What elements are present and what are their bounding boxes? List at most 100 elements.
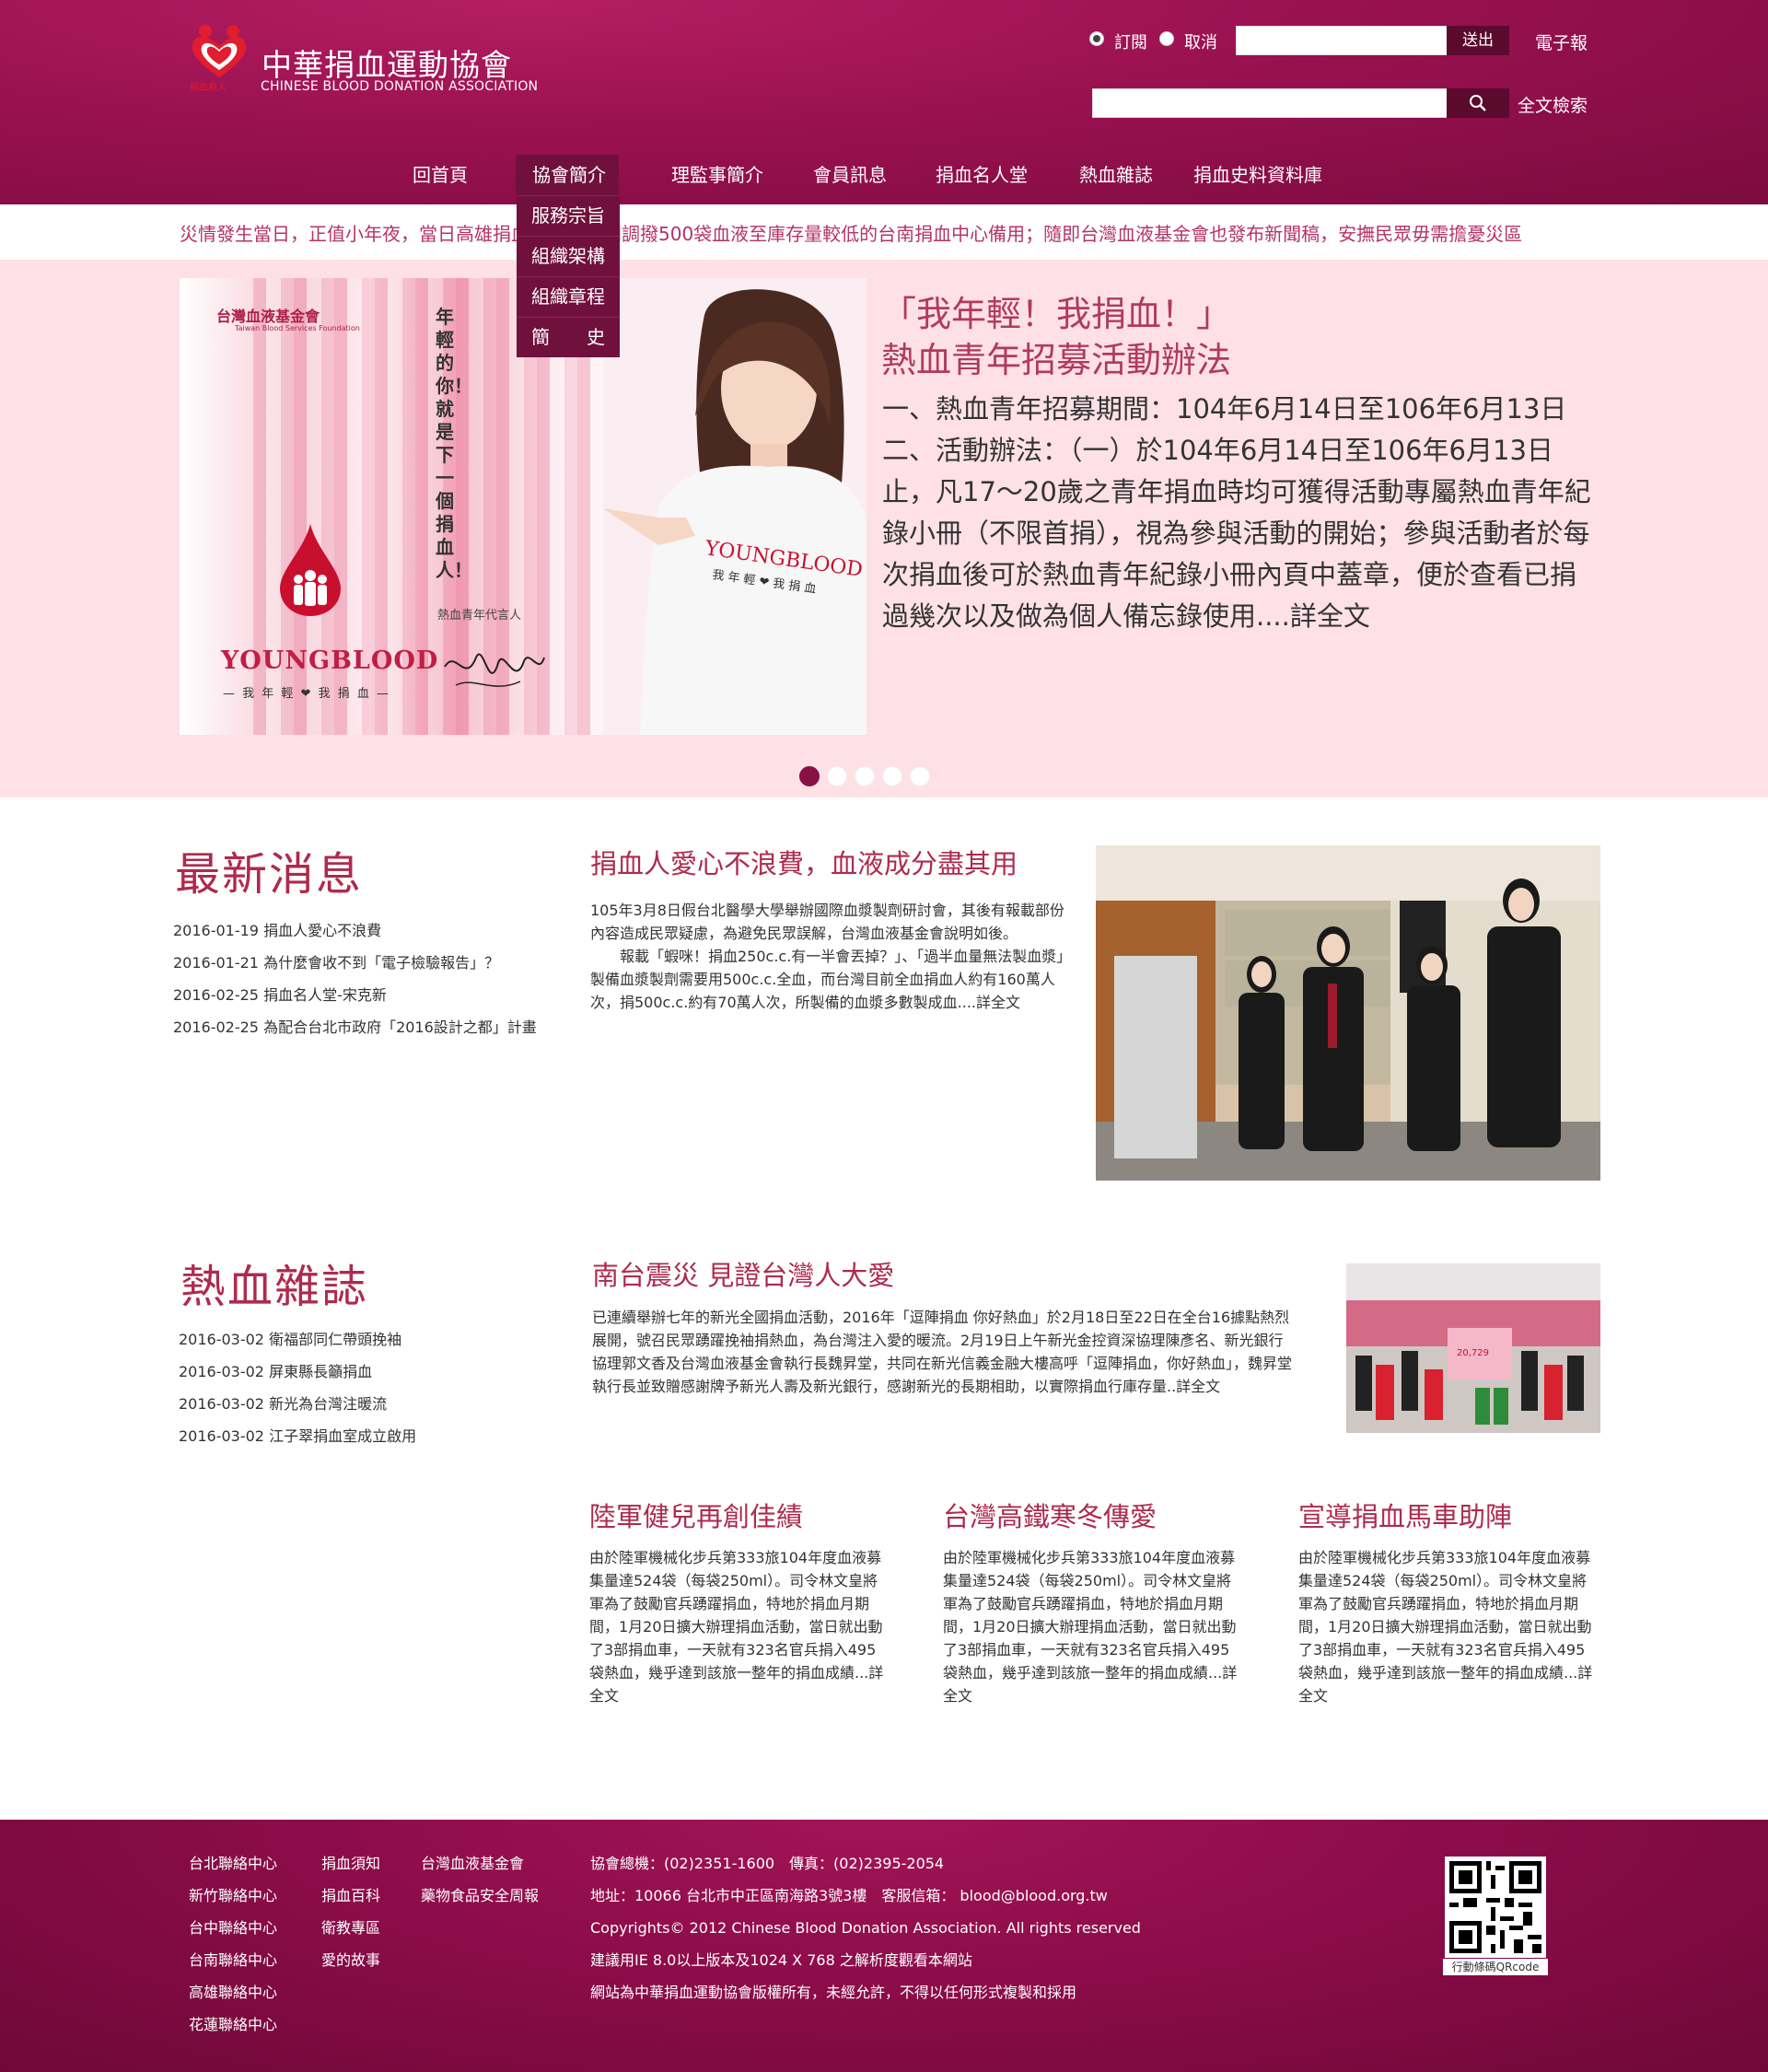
poster-brand-sub: — 我 年 輕 ❤ 我 捐 血 — [223, 687, 390, 701]
site-title[interactable]: 中華捐血運動協會 [262, 41, 512, 85]
footer-link[interactable]: 台南聯絡中心 [189, 1944, 277, 1976]
footer-partners-column: 台灣血液基金會 藥物食品安全周報 [421, 1847, 539, 1912]
card-body: 由於陸軍機械化步兵第333旅104年度血液募集量達524袋（每袋250ml）。司… [589, 1549, 884, 1705]
banner-title-line2[interactable]: 熱血青年招募活動辦法 [881, 332, 1231, 382]
qr-code-graphic [1445, 1857, 1546, 1958]
card-body: 由於陸軍機械化步兵第333旅104年度血液募集量達524袋（每袋250ml）。司… [1298, 1549, 1593, 1705]
banner-title-line1[interactable]: 「我年輕！我捐血！」 [881, 285, 1231, 336]
dropdown-item-mission[interactable]: 服務宗旨 [517, 195, 620, 236]
send-button[interactable]: 送出 [1447, 26, 1509, 55]
fulltext-search-input[interactable] [1092, 88, 1448, 118]
footer-centers-column: 台北聯絡中心 新竹聯絡中心 台中聯絡中心 台南聯絡中心 高雄聯絡中心 花蓮聯絡中… [189, 1847, 277, 2041]
news-feature-paragraph: 105年3月8日假台北醫學大學舉辦國際血漿製劑研討會，其後有報載部份內容造成民眾… [590, 902, 1064, 942]
carousel-dot-3[interactable] [855, 766, 875, 786]
nav-magazine[interactable]: 熱血雜誌 [1079, 160, 1153, 187]
logo-small-text: 捐血救人 [190, 83, 227, 93]
footer-copyright: Copyrights© 2012 Chinese Blood Donation … [590, 1919, 1141, 1937]
carousel-dots [799, 766, 930, 786]
poster-brand: YOUNGBLOOD [221, 646, 439, 675]
footer-link[interactable]: 愛的故事 [321, 1944, 380, 1976]
qr-caption: 行動條碼QRcode [1443, 1959, 1548, 1975]
poster-vertical-slogan: 年輕的你！就是下一個捐血人！ [436, 306, 472, 581]
newsletter-email-input[interactable] [1236, 26, 1448, 55]
news-feature-title[interactable]: 捐血人愛心不浪費，血液成分盡其用 [590, 843, 1018, 881]
card-body: 由於陸軍機械化步兵第333旅104年度血液募集量達524袋（每袋250ml）。司… [943, 1549, 1238, 1705]
nav-home[interactable]: 回首頁 [413, 160, 468, 187]
footer-phone: 協會總機：(02)2351-1600 傳真：(02)2395-2054 [590, 1855, 945, 1872]
footer-browser-note: 建議用IE 8.0以上版本及1024 X 768 之解析度觀看本網站 [590, 1951, 972, 1969]
about-dropdown-menu: 服務宗旨 組織架構 組織章程 簡 史 [517, 195, 620, 357]
search-icon [1470, 95, 1486, 111]
poster-org-en: Taiwan Blood Services Foundation [235, 324, 360, 332]
card-title[interactable]: 台灣高鐵寒冬傳愛 [943, 1496, 1157, 1534]
carousel-dot-4[interactable] [882, 766, 902, 786]
footer-link[interactable]: 台北聯絡中心 [189, 1847, 277, 1880]
news-item[interactable]: 2016-01-21 為什麼會收不到「電子檢驗報告」？ [173, 947, 537, 979]
carousel-dot-5[interactable] [910, 766, 930, 786]
news-feature-body: 105年3月8日假台北醫學大學舉辦國際血漿製劑研討會，其後有報載部份內容造成民眾… [590, 899, 1075, 1014]
footer-link[interactable]: 藥物食品安全周報 [421, 1880, 539, 1912]
news-item[interactable]: 2016-02-25 為配合台北市政府「2016設計之都」計畫 [173, 1011, 537, 1043]
officials-photo [1096, 845, 1600, 1181]
footer-link[interactable]: 高雄聯絡中心 [189, 1976, 277, 2008]
news-section-title: 最新消息 [175, 848, 364, 901]
site-header: 捐血救人 中華捐血運動協會 CHINESE BLOOD DONATION ASS… [0, 0, 1768, 204]
blood-drop-icon [280, 524, 341, 616]
banner-body: 一、熱血青年招募期間：104年6月14日至106年6月13日 二、活動辦法：（一… [882, 393, 1591, 632]
signature-icon [444, 653, 545, 687]
footer-link[interactable]: 花蓮聯絡中心 [189, 2008, 277, 2041]
magazine-section-title: 熱血雜誌 [180, 1261, 369, 1313]
card-title[interactable]: 陸軍健兒再創佳績 [589, 1496, 803, 1534]
news-feature-paragraph: 報載「蝦咪！捐血250c.c.有一半會丟掉？」、「過半血量無法製血漿」製備血漿製… [590, 948, 1072, 1011]
footer-link[interactable]: 捐血須知 [321, 1847, 380, 1880]
nav-board[interactable]: 理監事簡介 [671, 160, 763, 187]
poster-org-name: 台灣血液基金會 [216, 308, 320, 325]
newsletter-link[interactable]: 電子報 [1535, 29, 1588, 54]
news-item[interactable]: 2016-02-25 捐血名人堂-宋克新 [173, 979, 537, 1011]
dropdown-item-structure[interactable]: 組織架構 [517, 236, 620, 276]
carousel-dot-1[interactable] [799, 766, 820, 786]
news-ticker: 災情發生當日，正值小年夜，當日高雄捐血中心一時間調撥500袋血液至庫存量較低的台… [0, 204, 1768, 261]
footer-link[interactable]: 台灣血液基金會 [421, 1847, 539, 1880]
carousel-dot-2[interactable] [827, 766, 847, 786]
footer-link[interactable]: 捐血百科 [321, 1880, 380, 1912]
footer-link[interactable]: 衛教專區 [321, 1912, 380, 1944]
magazine-list: 2016-03-02 衛福部同仁帶頭挽袖 2016-03-02 屏東縣長籲捐血 … [179, 1323, 416, 1452]
magazine-item[interactable]: 2016-03-02 新光為台灣注暖流 [179, 1388, 416, 1420]
footer-contact-info: 協會總機：(02)2351-1600 傳真：(02)2395-2054 地址：1… [590, 1847, 1141, 2008]
site-subtitle: CHINESE BLOOD DONATION ASSOCIATION [261, 79, 539, 94]
search-button[interactable] [1447, 88, 1509, 118]
ticker-text[interactable]: 災情發生當日，正值小年夜，當日高雄捐血中心一時間調撥500袋血液至庫存量較低的台… [180, 219, 1522, 246]
svg-text:20,729: 20,729 [1457, 1348, 1489, 1358]
dropdown-item-history[interactable]: 簡 史 [517, 317, 620, 357]
unsubscribe-radio[interactable] [1159, 31, 1174, 46]
hero-banner: 台灣血液基金會 Taiwan Blood Services Foundation… [0, 260, 1768, 797]
nav-hall-of-fame[interactable]: 捐血名人堂 [936, 160, 1028, 187]
magazine-feature-body: 已連續舉辦七年的新光全國捐血活動，2016年「逗陣捐血 你好熱血」於2月18日至… [592, 1309, 1293, 1395]
card-title[interactable]: 宣導捐血馬車助陣 [1298, 1496, 1512, 1534]
poster-spokesperson: 熱血青年代言人 [437, 609, 522, 623]
magazine-item[interactable]: 2016-03-02 屏東縣長籲捐血 [179, 1356, 416, 1388]
magazine-item[interactable]: 2016-03-02 衛福部同仁帶頭挽袖 [179, 1323, 416, 1356]
dropdown-item-charter[interactable]: 組織章程 [517, 276, 620, 317]
site-footer: 台北聯絡中心 新竹聯絡中心 台中聯絡中心 台南聯絡中心 高雄聯絡中心 花蓮聯絡中… [0, 1820, 1768, 2072]
qr-code-icon[interactable] [1445, 1857, 1546, 1958]
event-group-photo: 20,729 [1346, 1263, 1600, 1433]
nav-about[interactable]: 協會簡介 [532, 160, 606, 187]
news-list: 2016-01-19 捐血人愛心不浪費 2016-01-21 為什麼會收不到「電… [173, 914, 537, 1043]
footer-rights-note: 網站為中華捐血運動協會版權所有，未經允許，不得以任何形式複製和採用 [590, 1984, 1077, 2001]
unsubscribe-label: 取消 [1184, 33, 1217, 52]
footer-link[interactable]: 台中聯絡中心 [189, 1912, 277, 1944]
footer-info-column: 捐血須知 捐血百科 衛教專區 愛的故事 [321, 1847, 380, 1976]
news-feature-photo[interactable] [1096, 845, 1600, 1181]
nav-archive[interactable]: 捐血史料資料庫 [1193, 160, 1322, 187]
magazine-feature-photo[interactable]: 20,729 [1346, 1263, 1600, 1433]
fulltext-search-link[interactable]: 全文檢索 [1518, 92, 1588, 117]
spokesperson-photo: YOUNGBLOOD 我 年 輕 ❤ 我 捐 血 [603, 278, 867, 735]
magazine-item[interactable]: 2016-03-02 江子翠捐血室成立啟用 [179, 1420, 416, 1452]
nav-members[interactable]: 會員訊息 [813, 160, 887, 187]
footer-link[interactable]: 新竹聯絡中心 [189, 1880, 277, 1912]
magazine-feature-title[interactable]: 南台震災 見證台灣人大愛 [592, 1254, 894, 1293]
news-item[interactable]: 2016-01-19 捐血人愛心不浪費 [173, 914, 537, 947]
subscribe-radio[interactable] [1089, 31, 1104, 46]
